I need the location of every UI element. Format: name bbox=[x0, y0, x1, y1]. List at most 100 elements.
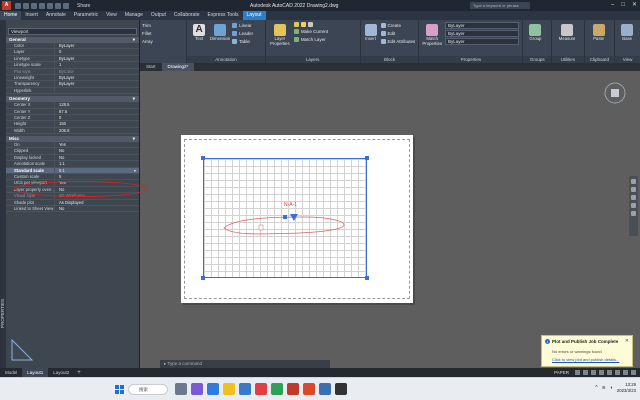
prop-value[interactable]: No bbox=[54, 205, 139, 212]
file-explorer-icon[interactable] bbox=[223, 383, 235, 395]
edge-icon[interactable] bbox=[207, 383, 219, 395]
plot-icon[interactable] bbox=[47, 2, 53, 9]
prop-value[interactable]: 150 bbox=[54, 121, 139, 127]
make-current-tool[interactable]: Make Current bbox=[293, 28, 328, 35]
polar-icon[interactable] bbox=[599, 370, 604, 375]
showmotion-icon[interactable] bbox=[631, 211, 636, 216]
prop-value[interactable]: 205.8 bbox=[54, 127, 139, 134]
prop-value[interactable]: 128.5 bbox=[54, 102, 139, 108]
maximize-icon[interactable]: □ bbox=[621, 2, 625, 9]
redo-icon[interactable] bbox=[63, 2, 69, 9]
tab-insert[interactable]: Insert bbox=[21, 11, 42, 20]
prop-value[interactable]: ByLayer bbox=[54, 43, 139, 49]
table-tool[interactable]: Table bbox=[232, 38, 253, 45]
viewport-grip-bottomright[interactable] bbox=[365, 276, 369, 280]
app-icon-3[interactable] bbox=[303, 383, 315, 395]
linetype-dropdown[interactable]: ByLayer bbox=[444, 38, 520, 45]
grid-icon[interactable] bbox=[575, 370, 580, 375]
chat-icon[interactable] bbox=[191, 383, 203, 395]
app-icon-1[interactable] bbox=[255, 383, 267, 395]
taskbar-search[interactable]: 搜索 bbox=[128, 384, 168, 395]
close-icon[interactable]: ✕ bbox=[632, 2, 637, 9]
help-search-input[interactable]: Type a keyword or phrase bbox=[470, 2, 530, 9]
customize-icon[interactable] bbox=[631, 370, 636, 375]
new-icon[interactable] bbox=[15, 2, 21, 9]
prop-value[interactable]: ByLayer bbox=[54, 81, 139, 87]
lineweight-dropdown[interactable]: ByLayer bbox=[444, 30, 520, 37]
prop-value[interactable]: 5 bbox=[54, 174, 139, 180]
steering-wheel-icon[interactable] bbox=[631, 179, 636, 184]
tab-manage[interactable]: Manage bbox=[121, 11, 147, 20]
add-layout-icon[interactable]: + bbox=[74, 370, 84, 376]
tab-collaborate[interactable]: Collaborate bbox=[170, 11, 204, 20]
prop-value[interactable] bbox=[54, 87, 139, 94]
prop-value[interactable]: ByLayer bbox=[54, 55, 139, 62]
create-tool[interactable]: Create bbox=[380, 22, 416, 29]
lineweight-icon[interactable] bbox=[615, 370, 620, 375]
prop-value[interactable]: As Displayed bbox=[54, 199, 139, 205]
open-icon[interactable] bbox=[23, 2, 29, 9]
tab-start[interactable]: Start bbox=[140, 63, 162, 71]
tab-layout1[interactable]: Layout1 bbox=[22, 368, 49, 377]
prop-value[interactable]: 1:1 bbox=[54, 161, 139, 167]
prop-row[interactable]: Width 205.8 bbox=[6, 127, 139, 135]
tab-layout[interactable]: Layout bbox=[242, 11, 266, 20]
command-input[interactable]: Type a command bbox=[167, 361, 202, 366]
selection-grip[interactable] bbox=[283, 215, 287, 219]
viewport-grip-topright[interactable] bbox=[365, 156, 369, 160]
zoom-icon[interactable] bbox=[631, 195, 636, 200]
volume-icon[interactable]: ◖ bbox=[610, 385, 613, 391]
notification-link[interactable]: Click to view plot and publish details..… bbox=[552, 357, 619, 362]
app-icon-4[interactable] bbox=[319, 383, 331, 395]
app-icon-2[interactable] bbox=[271, 383, 283, 395]
drawing-canvas[interactable]: N-A-1 bbox=[140, 71, 640, 368]
prop-value[interactable]: 1 bbox=[54, 62, 139, 68]
prop-row[interactable]: Hyperlink bbox=[6, 87, 139, 95]
edit-tool[interactable]: Edit bbox=[380, 30, 416, 37]
ortho-icon[interactable] bbox=[591, 370, 596, 375]
prop-value[interactable]: 87.5 bbox=[54, 108, 139, 114]
orbit-icon[interactable] bbox=[631, 203, 636, 208]
viewcube-icon[interactable] bbox=[603, 81, 627, 105]
tab-output[interactable]: Output bbox=[147, 11, 170, 20]
prop-value[interactable]: No bbox=[54, 154, 139, 161]
autocad-app-icon[interactable]: A bbox=[2, 1, 11, 10]
save-icon[interactable] bbox=[31, 2, 37, 9]
leader-tool[interactable]: Leader bbox=[232, 30, 253, 37]
space-toggle[interactable]: PAPER bbox=[554, 370, 569, 375]
prop-row[interactable]: Linked to Sheet View No bbox=[6, 205, 139, 213]
color-dropdown[interactable]: ByLayer bbox=[444, 22, 520, 29]
prop-value[interactable]: No bbox=[54, 148, 139, 154]
viewport-grip-bottomleft[interactable] bbox=[201, 276, 205, 280]
clock[interactable]: 13:29 2023/3/23 bbox=[617, 382, 636, 394]
tab-annotate[interactable]: Annotate bbox=[42, 11, 70, 20]
tray-chevron-icon[interactable]: ^ bbox=[595, 385, 597, 391]
osnap-icon[interactable] bbox=[607, 370, 612, 375]
prop-value[interactable]: 0 bbox=[54, 114, 139, 121]
tab-model[interactable]: Model bbox=[0, 368, 22, 377]
prop-value[interactable]: Yes bbox=[54, 142, 139, 148]
tab-parametric[interactable]: Parametric bbox=[70, 11, 102, 20]
autocad-taskbar-icon[interactable] bbox=[287, 383, 299, 395]
tab-view[interactable]: View bbox=[102, 11, 121, 20]
saveas-icon[interactable] bbox=[39, 2, 45, 9]
tab-express-tools[interactable]: Express Tools bbox=[204, 11, 243, 20]
tab-drawing2[interactable]: Drawing2* bbox=[161, 63, 195, 71]
lock-icon[interactable] bbox=[307, 22, 313, 27]
object-type-dropdown[interactable]: Viewport bbox=[8, 28, 137, 35]
edit-attributes-tool[interactable]: Edit Attributes bbox=[380, 38, 415, 45]
app-icon-5[interactable] bbox=[335, 383, 347, 395]
viewport-grip-topleft[interactable] bbox=[201, 156, 205, 160]
prop-value[interactable]: ByLayer bbox=[54, 74, 139, 81]
layout-viewport[interactable]: N-A-1 bbox=[203, 158, 367, 278]
command-line[interactable]: ▸ Type a command bbox=[160, 360, 330, 368]
share-button[interactable]: Share bbox=[77, 3, 90, 9]
prop-value[interactable]: 0 bbox=[54, 49, 139, 55]
wifi-icon[interactable]: ≋ bbox=[602, 385, 606, 391]
linear-tool[interactable]: Linear bbox=[232, 22, 253, 29]
store-icon[interactable] bbox=[239, 383, 251, 395]
match-layer-tool[interactable]: Match Layer bbox=[293, 36, 328, 43]
undo-icon[interactable] bbox=[55, 2, 61, 9]
triangle-grip-icon[interactable] bbox=[290, 214, 298, 221]
snap-icon[interactable] bbox=[583, 370, 588, 375]
